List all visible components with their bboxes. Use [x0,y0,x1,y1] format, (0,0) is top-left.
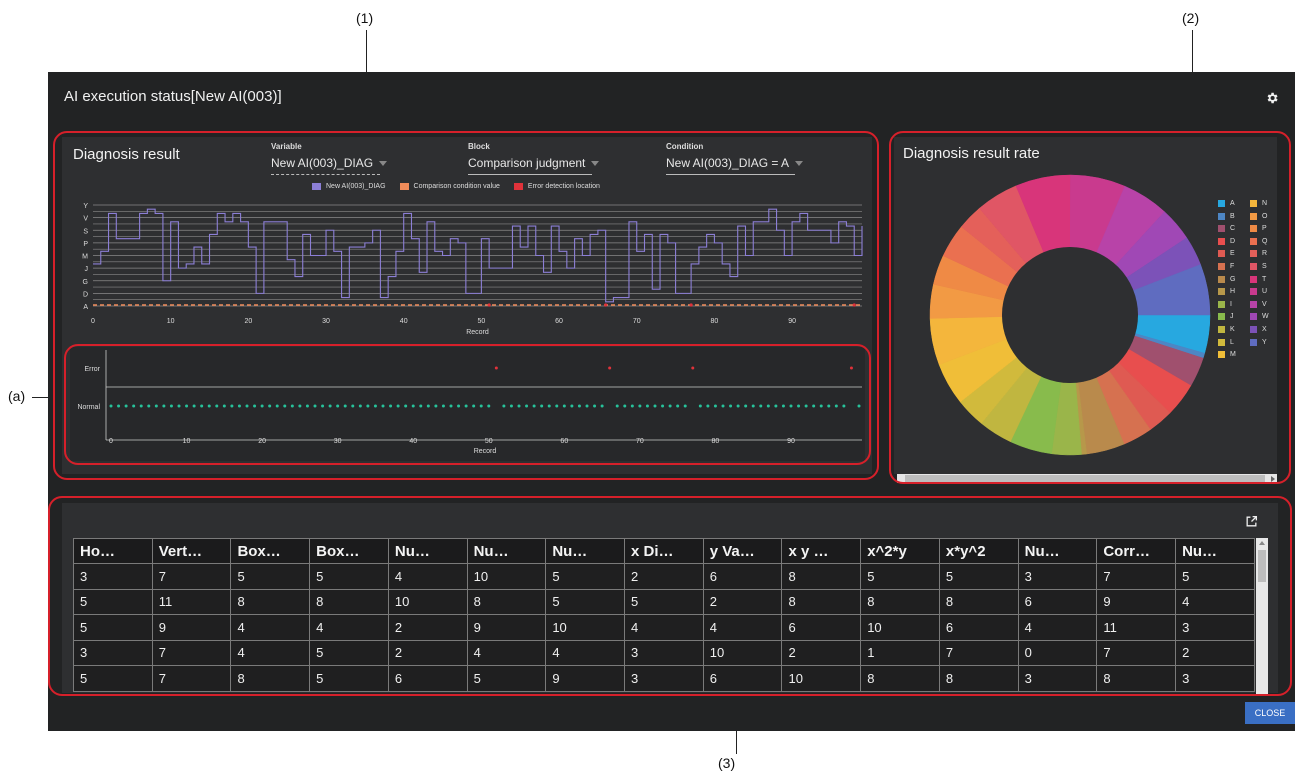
close-button[interactable]: CLOSE [1245,702,1295,724]
callout-3: (3) [718,755,736,771]
callout-2: (2) [1182,10,1200,26]
region-a-outline [64,344,871,465]
region-3-outline [48,496,1292,696]
gear-icon[interactable] [1265,91,1279,110]
region-2-outline [889,131,1291,484]
window-title: AI execution status[New AI(003)] [64,88,282,105]
callout-a: (a) [8,388,26,404]
callout-1: (1) [356,10,374,26]
